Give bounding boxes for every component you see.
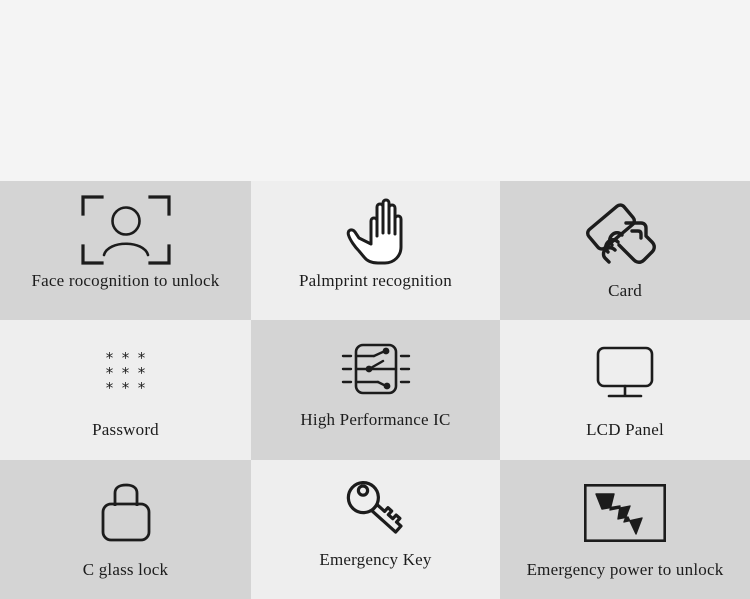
ic-chip-icon [333,330,419,408]
feature-label: Emergency power to unlock [526,560,724,579]
asterisk-glyph: * [137,378,146,397]
asterisk-keypad-icon: * * * * * * * * * [102,334,150,412]
lightning-bolt-framed-icon [584,474,666,552]
palm-hand-icon [345,191,407,269]
feature-label: Face rocognition to unlock [31,271,220,290]
face-recognition-icon [80,191,172,269]
feature-label: High Performance IC [300,410,451,429]
hero-banner [0,0,750,181]
feature-cell-lcd-panel[interactable]: LCD Panel [500,320,750,460]
feature-label: Palmprint recognition [299,271,452,290]
key-icon [340,470,412,548]
feature-label: C glass lock [82,560,169,579]
asterisk-glyph: * [121,378,130,397]
feature-cell-emergency-power[interactable]: Emergency power to unlock [500,460,750,599]
feature-cell-high-performance-ic[interactable]: High Performance IC [251,320,500,460]
padlock-icon [98,474,154,552]
feature-cell-emergency-key[interactable]: Emergency Key [251,460,500,599]
feature-grid: Face rocognition to unlock Palmprint rec… [0,181,750,599]
feature-cell-card[interactable]: Card [500,181,750,320]
asterisk-glyph: * [105,378,114,397]
monitor-icon [592,334,658,412]
feature-label: Password [92,420,159,439]
feature-label: LCD Panel [586,420,664,439]
feature-cell-palmprint-recognition[interactable]: Palmprint recognition [251,181,500,320]
feature-cell-c-glass-lock[interactable]: C glass lock [0,460,251,599]
hand-holding-card-icon [586,195,664,273]
feature-cell-face-recognition[interactable]: Face rocognition to unlock [0,181,251,320]
page-root: Face rocognition to unlock Palmprint rec… [0,0,750,599]
feature-cell-password[interactable]: * * * * * * * * * Password [0,320,251,460]
feature-label: Card [608,281,642,300]
feature-label: Emergency Key [319,550,432,569]
